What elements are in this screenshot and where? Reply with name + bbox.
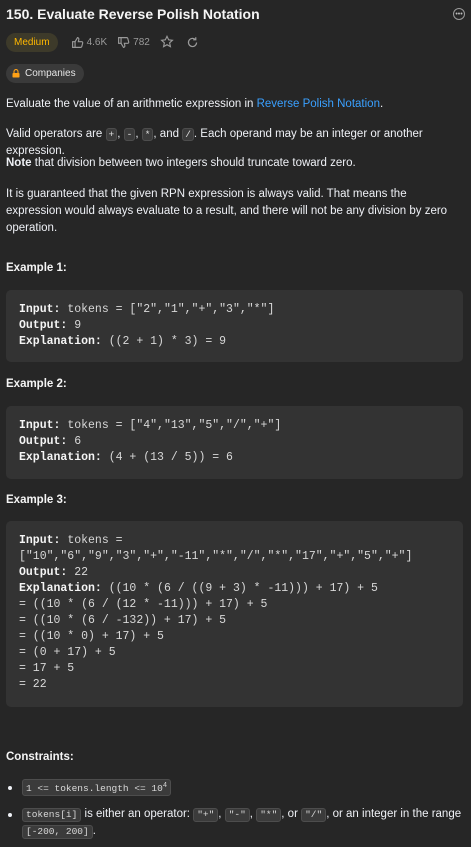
operator-multiply: * <box>141 128 154 141</box>
input-label: Input: <box>19 303 61 316</box>
dislike-button[interactable]: 782 <box>117 36 150 49</box>
op-plus-code: "+" <box>193 808 219 822</box>
problem-title: 150. Evaluate Reverse Polish Notation <box>6 6 260 22</box>
example-2-box: Input: tokens = ["4","13","5","/","+"] O… <box>6 406 463 479</box>
tokens-i-code: tokens[i] <box>22 808 82 822</box>
companies-tag[interactable]: Companies <box>6 64 84 83</box>
output-label: Output: <box>19 566 68 579</box>
text: Evaluate the value of an arithmetic expr… <box>6 98 257 110</box>
text: , and <box>153 128 183 140</box>
thumbs-down-icon <box>118 36 130 48</box>
description-paragraph-1: Evaluate the value of an arithmetic expr… <box>6 96 465 113</box>
op-minus-code: "-" <box>224 808 250 822</box>
range-code: [-200, 200] <box>22 825 93 839</box>
example-1-box: Input: tokens = ["2","1","+","3","*"] Ou… <box>6 290 463 362</box>
more-options-icon[interactable]: ••• <box>453 8 465 20</box>
explanation-label: Explanation: <box>19 335 102 348</box>
constraint-2: tokens[i] is either an operator: "+", "-… <box>6 806 465 840</box>
star-icon <box>160 35 174 48</box>
example-3-box: Input: tokens = ["10","6","9","3","+","-… <box>6 521 463 707</box>
companies-label: Companies <box>25 68 76 79</box>
output-value: 22 <box>67 566 89 579</box>
operator-divide: / <box>182 128 194 141</box>
dislike-count: 782 <box>133 36 150 48</box>
example-3-heading: Example 3: <box>6 494 67 506</box>
title-row: 150. Evaluate Reverse Polish Notation ••… <box>6 5 465 23</box>
op-mul-code: "*" <box>256 808 282 822</box>
constraint-1-text: 1 <= tokens.length <= 104 <box>22 779 172 797</box>
note-label: Note <box>6 157 32 169</box>
operator-minus: - <box>123 128 136 141</box>
op-div-code: "/" <box>301 808 327 822</box>
output-label: Output: <box>19 319 68 332</box>
constraints-heading: Constraints: <box>6 751 74 763</box>
output-value: 6 <box>67 435 82 448</box>
input-label: Input: <box>19 534 61 547</box>
input-value: tokens = ["2","1","+","3","*"] <box>60 303 275 316</box>
difficulty-badge: Medium <box>6 32 58 52</box>
explanation-label: Explanation: <box>19 451 102 464</box>
text: Valid operators are <box>6 128 106 140</box>
input-value: tokens = ["4","13","5","/","+"] <box>60 419 282 432</box>
example-1-heading: Example 1: <box>6 262 67 274</box>
share-icon <box>187 36 198 47</box>
description-paragraph-3: Note that division between two integers … <box>6 155 465 172</box>
text: , <box>135 128 142 140</box>
favorite-button[interactable] <box>160 35 174 49</box>
explanation-value: ((10 * (6 / ((9 + 3) * -11))) + 17) + 5 … <box>19 582 378 691</box>
description-paragraph-4: It is guaranteed that the given RPN expr… <box>6 188 448 234</box>
text: , <box>117 128 124 140</box>
lock-icon <box>12 69 20 78</box>
operator-plus: + <box>105 128 118 141</box>
like-count: 4.6K <box>86 36 108 48</box>
exponent: 4 <box>162 782 168 790</box>
explanation-value: (4 + (13 / 5)) = 6 <box>101 451 233 464</box>
text: , or an integer in the range <box>326 808 462 820</box>
text: , or <box>281 808 302 820</box>
code-text: 1 <= tokens.length <= 10 <box>26 783 163 795</box>
constraint-1: 1 <= tokens.length <= 104 <box>6 779 465 797</box>
output-label: Output: <box>19 435 68 448</box>
constraint-1-code: 1 <= tokens.length <= 104 <box>22 779 172 797</box>
text: . <box>379 98 384 110</box>
bullet-dot <box>8 786 12 790</box>
rpn-link[interactable]: Reverse Polish Notation <box>257 98 380 110</box>
input-label: Input: <box>19 419 61 432</box>
explanation-value: ((2 + 1) * 3) = 9 <box>101 335 227 348</box>
thumbs-up-icon <box>71 36 83 48</box>
input-value: tokens = ["10","6","9","3","+","-11","*"… <box>19 534 413 563</box>
share-button[interactable] <box>186 36 199 49</box>
constraint-2-text: tokens[i] is either an operator: "+", "-… <box>22 806 465 840</box>
text: , <box>218 808 225 820</box>
bullet-dot <box>8 813 12 817</box>
problem-meta: Medium 4.6K 782 <box>6 32 211 52</box>
explanation-label: Explanation: <box>19 582 102 595</box>
output-value: 9 <box>67 319 82 332</box>
text: . <box>92 825 96 837</box>
text: that division between two integers shoul… <box>31 157 356 169</box>
text: is either an operator: <box>81 808 194 820</box>
example-2-heading: Example 2: <box>6 378 67 390</box>
like-button[interactable]: 4.6K <box>71 36 108 49</box>
